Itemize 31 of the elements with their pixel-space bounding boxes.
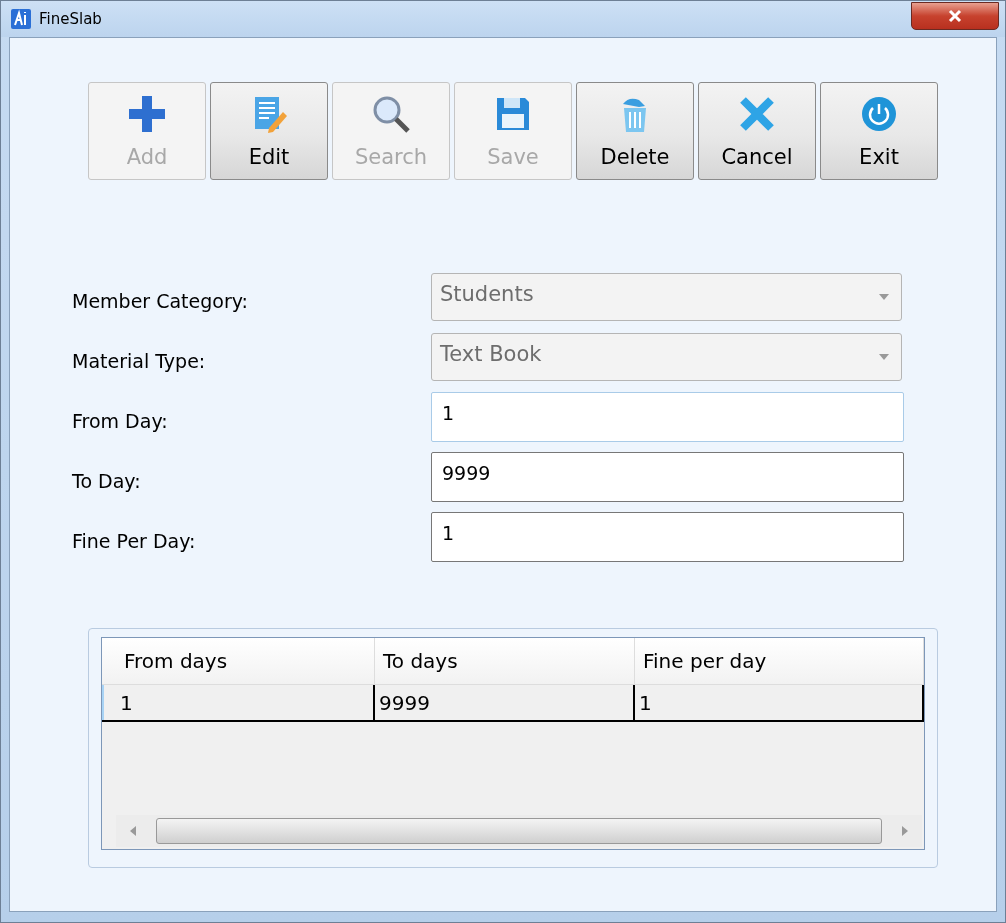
search-icon	[371, 94, 411, 134]
column-header[interactable]: To days	[375, 638, 635, 684]
close-button[interactable]	[911, 2, 999, 30]
table-cell: 1	[635, 685, 924, 720]
toolbar-button[interactable]: Edit	[210, 82, 328, 180]
column-header[interactable]: From days	[116, 638, 375, 684]
toolbar-button[interactable]: Exit	[820, 82, 938, 180]
field-label: To Day:	[72, 469, 142, 492]
text-field[interactable]: 9999	[431, 452, 904, 502]
field-label: Material Type:	[72, 349, 207, 372]
toolbar-button[interactable]: Cancel	[698, 82, 816, 180]
toolbar-button[interactable]: Delete	[576, 82, 694, 180]
field-label: From Day:	[72, 409, 169, 432]
power-icon	[859, 94, 899, 134]
column-header[interactable]: Fine per day	[635, 638, 924, 684]
close-icon	[947, 9, 963, 23]
app-icon	[11, 9, 31, 29]
scroll-right-icon[interactable]	[902, 826, 908, 836]
field-label: Fine Per Day:	[72, 529, 197, 552]
plus-icon	[127, 94, 167, 134]
scrollbar-thumb[interactable]	[156, 818, 882, 844]
scroll-left-icon[interactable]	[130, 826, 136, 836]
window-title: FineSlab	[39, 10, 102, 28]
table-cell: 9999	[375, 685, 635, 720]
horizontal-scrollbar[interactable]	[116, 815, 922, 847]
dropdown-caret-icon	[879, 294, 889, 300]
table-cell: 1	[116, 685, 375, 720]
field-label: Member Category:	[72, 289, 249, 312]
text-field[interactable]: 1	[431, 512, 904, 562]
dropdown-caret-icon	[879, 354, 889, 360]
text-field[interactable]: 1	[431, 392, 904, 442]
